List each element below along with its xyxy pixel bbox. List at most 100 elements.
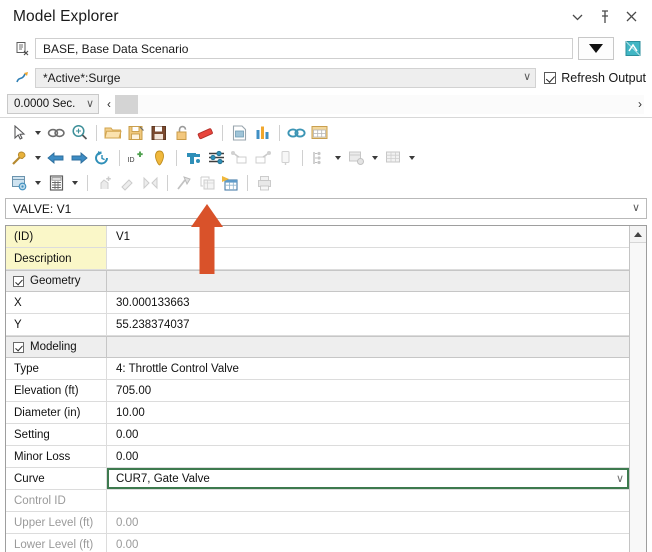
property-grid-scrollbar[interactable] xyxy=(629,226,646,552)
settings-sliders-icon[interactable] xyxy=(205,147,227,168)
table-row[interactable]: Setting 0.00 xyxy=(6,424,629,446)
scroll-up-button[interactable] xyxy=(630,226,646,243)
collapse-icon[interactable] xyxy=(571,9,584,24)
category-checkbox-icon[interactable] xyxy=(13,275,24,287)
property-name: Geometry xyxy=(6,271,107,291)
triangle-down-icon xyxy=(589,44,603,53)
tank-icon[interactable] xyxy=(274,147,296,168)
active-table-icon[interactable] xyxy=(219,172,241,193)
move-element-icon[interactable] xyxy=(139,172,161,193)
control-icon[interactable] xyxy=(308,147,330,168)
time-slider-track[interactable]: › xyxy=(115,94,644,114)
tools-dropdown-caret[interactable] xyxy=(31,147,44,168)
property-name: Type xyxy=(6,358,107,379)
table-row[interactable]: Geometry xyxy=(6,270,629,292)
close-icon[interactable] xyxy=(625,9,638,24)
graph-icon[interactable] xyxy=(251,122,273,143)
previous-icon[interactable] xyxy=(45,147,67,168)
print-icon[interactable] xyxy=(253,172,275,193)
zoom-icon[interactable] xyxy=(68,122,90,143)
link-icon[interactable] xyxy=(285,122,307,143)
tools-hammer-icon[interactable] xyxy=(8,147,30,168)
table-row[interactable]: Type 4: Throttle Control Valve xyxy=(6,358,629,380)
scenario-combo[interactable]: BASE, Base Data Scenario xyxy=(35,38,573,59)
report-icon[interactable] xyxy=(228,122,250,143)
pin-marker-icon[interactable] xyxy=(148,147,170,168)
save-icon[interactable] xyxy=(148,122,170,143)
property-value[interactable] xyxy=(107,337,629,357)
eraser-icon[interactable] xyxy=(194,122,216,143)
table-row[interactable]: Elevation (ft) 705.00 xyxy=(6,380,629,402)
compute-icon[interactable] xyxy=(621,37,645,60)
edit-element-icon[interactable] xyxy=(116,172,138,193)
time-next-button[interactable]: › xyxy=(638,97,644,111)
next-icon[interactable] xyxy=(68,147,90,168)
table-row[interactable]: Diameter (in) 10.00 xyxy=(6,402,629,424)
table-row[interactable]: (ID) V1 xyxy=(6,226,629,248)
select-chain-icon[interactable] xyxy=(45,122,67,143)
scenario-dropdown-caret[interactable] xyxy=(368,147,381,168)
chevron-down-icon[interactable]: ∨ xyxy=(616,472,627,485)
property-value[interactable]: 10.00 xyxy=(107,402,629,423)
grid-dropdown-caret[interactable] xyxy=(405,147,418,168)
table-row[interactable]: X 30.000133663 xyxy=(6,292,629,314)
property-value[interactable]: 55.238374037 xyxy=(107,314,629,335)
open-folder-icon[interactable] xyxy=(102,122,124,143)
active-set-combo[interactable]: *Active*:Surge ∨ xyxy=(35,67,537,88)
table-row[interactable]: Description xyxy=(6,248,629,270)
property-value[interactable]: CUR7, Gate Valve ∨ xyxy=(107,468,629,489)
copy-table-icon[interactable] xyxy=(196,172,218,193)
history-icon[interactable] xyxy=(91,147,113,168)
select-arrow-icon[interactable] xyxy=(8,122,30,143)
property-value[interactable]: V1 xyxy=(107,226,629,247)
pin-icon[interactable] xyxy=(598,9,611,24)
demand-icon[interactable] xyxy=(228,147,250,168)
control-dropdown-caret[interactable] xyxy=(331,147,344,168)
save-as-icon[interactable] xyxy=(125,122,147,143)
element-selector-combo[interactable]: VALVE: V1 ∨ xyxy=(5,198,647,219)
unlock-icon[interactable] xyxy=(171,122,193,143)
property-name-label: Y xyxy=(14,318,22,331)
time-slider-thumb[interactable] xyxy=(115,94,138,114)
export-icon[interactable] xyxy=(173,172,195,193)
table-row[interactable]: Modeling xyxy=(6,336,629,358)
scenario-mgr-icon[interactable] xyxy=(345,147,367,168)
property-value[interactable]: 0.00 xyxy=(107,424,629,445)
time-selector[interactable]: 0.0000 Sec. ∨ xyxy=(7,94,99,114)
property-name: X xyxy=(6,292,107,313)
new-id-icon[interactable]: ID xyxy=(125,147,147,168)
toolbar-row-2: ID xyxy=(0,145,652,170)
scenario-dropdown-button[interactable] xyxy=(578,37,614,60)
grid-view-icon[interactable] xyxy=(382,147,404,168)
time-bar: 0.0000 Sec. ∨ ‹ › xyxy=(0,91,652,117)
refresh-output-checkbox[interactable]: Refresh Output xyxy=(544,71,646,85)
select-dropdown-caret[interactable] xyxy=(31,122,44,143)
property-value[interactable] xyxy=(107,248,629,269)
scrollbar-track[interactable] xyxy=(630,243,646,552)
table-row[interactable]: Minor Loss 0.00 xyxy=(6,446,629,468)
calculator-icon[interactable] xyxy=(45,172,67,193)
calculator-caret[interactable] xyxy=(68,172,81,193)
table-row: Lower Level (ft) 0.00 xyxy=(6,534,629,552)
category-checkbox-icon[interactable] xyxy=(13,341,24,353)
hydrant-icon[interactable] xyxy=(182,147,204,168)
table-row[interactable]: Y 55.238374037 xyxy=(6,314,629,336)
property-name: Elevation (ft) xyxy=(6,380,107,401)
property-value[interactable] xyxy=(107,271,629,291)
pattern-icon[interactable] xyxy=(251,147,273,168)
property-value[interactable]: 4: Throttle Control Valve xyxy=(107,358,629,379)
property-value[interactable]: 30.000133663 xyxy=(107,292,629,313)
table-window-icon[interactable] xyxy=(308,122,330,143)
report-options-caret[interactable] xyxy=(31,172,44,193)
separator xyxy=(119,149,120,166)
property-value: 0.00 xyxy=(107,512,629,533)
add-element-icon[interactable] xyxy=(93,172,115,193)
triangle-up-icon xyxy=(634,231,642,237)
report-options-icon[interactable] xyxy=(8,172,30,193)
property-value-label: 10.00 xyxy=(116,406,145,419)
time-prev-button[interactable]: ‹ xyxy=(107,97,111,111)
property-value[interactable]: 705.00 xyxy=(107,380,629,401)
table-row[interactable]: Curve CUR7, Gate Valve ∨ xyxy=(6,468,629,490)
property-value[interactable]: 0.00 xyxy=(107,446,629,467)
scenario-value: BASE, Base Data Scenario xyxy=(43,41,189,56)
